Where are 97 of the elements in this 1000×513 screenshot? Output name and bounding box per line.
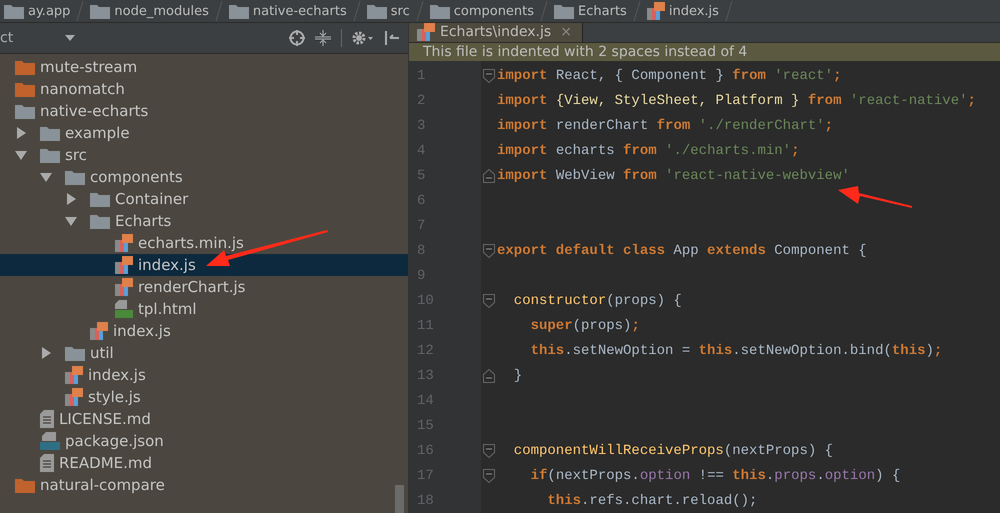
- fold-marker-icon[interactable]: [483, 294, 495, 308]
- collapsed-arrow-icon[interactable]: [15, 127, 27, 139]
- tree-item[interactable]: mute-stream: [0, 56, 408, 78]
- text-file-icon: [40, 454, 54, 472]
- tree-item[interactable]: index.js: [0, 254, 408, 276]
- folder-icon: [4, 3, 24, 19]
- code-line: import React, { Component } from 'react';: [497, 68, 842, 84]
- tree-item[interactable]: natural-compare: [0, 474, 408, 496]
- scrollbar-thumb[interactable]: [395, 485, 404, 513]
- javascript-file-icon: [115, 256, 133, 274]
- text-file-icon: [40, 410, 54, 428]
- code-line: if(nextProps.option !== this.props.option) {: [530, 468, 900, 484]
- collapsed-arrow-icon[interactable]: [65, 193, 77, 205]
- tree-item[interactable]: index.js: [0, 364, 408, 386]
- tree-item[interactable]: util: [0, 342, 408, 364]
- expanded-arrow-icon[interactable]: [65, 215, 77, 227]
- tree-item[interactable]: native-echarts: [0, 100, 408, 122]
- folder-icon: [554, 3, 574, 19]
- collapsed-arrow-icon[interactable]: [40, 347, 52, 359]
- code-line: this.refs.chart.reload();: [546, 492, 758, 508]
- folder-icon: [15, 103, 35, 119]
- breadcrumb-item[interactable]: native-echarts: [228, 3, 347, 19]
- fold-marker-icon[interactable]: [483, 368, 495, 382]
- chevron-icon: [540, 1, 548, 21]
- breadcrumb-item[interactable]: index.js: [646, 2, 719, 20]
- folder-icon: [65, 345, 85, 361]
- javascript-file-icon: [417, 23, 435, 42]
- code-line: import renderChart from './renderChart';: [497, 118, 834, 134]
- fold-marker-icon[interactable]: [483, 68, 495, 82]
- folder-icon: [40, 147, 60, 163]
- chevron-icon: [214, 1, 223, 21]
- javascript-file-icon: [65, 366, 83, 384]
- folder-icon: [40, 125, 60, 141]
- tree-item[interactable]: tpl.html: [0, 298, 408, 320]
- javascript-file-icon: [65, 388, 83, 406]
- tree-item[interactable]: example: [0, 122, 408, 144]
- breadcrumb-item[interactable]: components: [430, 3, 534, 19]
- breadcrumb-item[interactable]: node_modules: [90, 3, 209, 19]
- folder-icon: [366, 3, 387, 19]
- tree-item[interactable]: renderChart.js: [0, 276, 408, 298]
- chevron-icon: [632, 1, 641, 21]
- folder-icon: [15, 477, 35, 493]
- target-icon[interactable]: [289, 30, 305, 46]
- folder-icon: [90, 213, 110, 229]
- chevron-icon: [352, 1, 361, 21]
- hide-panel-icon[interactable]: [384, 30, 400, 46]
- dropdown-caret-icon[interactable]: [65, 35, 76, 41]
- javascript-file-icon: [646, 2, 665, 20]
- tree-item[interactable]: nanomatch: [0, 78, 408, 100]
- javascript-file-icon: [115, 234, 133, 252]
- editor-tab[interactable]: Echarts\index.js ×: [409, 23, 583, 42]
- expanded-arrow-icon[interactable]: [40, 171, 52, 183]
- tree-item[interactable]: LICENSE.md: [0, 408, 408, 430]
- folder-icon: [15, 81, 35, 97]
- folder-icon: [90, 191, 110, 207]
- breadcrumb-item[interactable]: src: [366, 3, 410, 19]
- code-line: }: [512, 368, 522, 384]
- collapse-all-icon[interactable]: [315, 30, 331, 46]
- tree-item[interactable]: index.js: [0, 320, 408, 342]
- folder-icon: [430, 3, 450, 19]
- code-line: export default class App extends Component {: [497, 242, 867, 258]
- panel-title[interactable]: ct: [0, 30, 14, 46]
- chevron-icon: [76, 1, 84, 21]
- fold-marker-icon[interactable]: [483, 168, 495, 182]
- settings-icon[interactable]: [352, 30, 374, 46]
- expanded-arrow-icon[interactable]: [15, 149, 27, 161]
- tree-item[interactable]: Container: [0, 188, 408, 210]
- tree-item[interactable]: style.js: [0, 386, 408, 408]
- tree-item[interactable]: Echarts: [0, 210, 408, 232]
- fold-marker-icon[interactable]: [483, 468, 495, 482]
- folder-icon: [65, 169, 85, 185]
- code-line: import {View, StyleSheet, Platform } from 'react-native';: [497, 92, 976, 108]
- chevron-icon: [416, 1, 424, 21]
- fold-marker-icon[interactable]: [483, 244, 495, 258]
- tree-item[interactable]: components: [0, 166, 408, 188]
- json-file-icon: [40, 432, 60, 450]
- folder-icon: [15, 59, 35, 75]
- fold-marker-icon[interactable]: [483, 444, 495, 458]
- notification-text: This file is indented with 2 spaces instead of 4: [423, 44, 748, 60]
- code-line: this.setNewOption = this.setNewOption.bind(this);: [530, 342, 942, 358]
- html-file-icon: [115, 300, 133, 318]
- folder-icon: [228, 3, 249, 19]
- breadcrumb-item[interactable]: Echarts: [554, 3, 627, 19]
- code-line: import echarts from './echarts.min';: [497, 142, 800, 158]
- code-line: constructor(props) {: [512, 292, 682, 308]
- javascript-file-icon: [115, 278, 133, 296]
- chevron-icon: [724, 1, 733, 21]
- breadcrumb-item[interactable]: ay.app: [4, 3, 70, 19]
- tree-item[interactable]: echarts.min.js: [0, 232, 408, 254]
- javascript-file-icon: [90, 322, 108, 340]
- code-line: super(props);: [530, 318, 640, 334]
- code-line: import WebView from 'react-native-webview': [497, 168, 850, 184]
- code-line: componentWillReceiveProps(nextProps) {: [512, 442, 834, 458]
- tree-item[interactable]: README.md: [0, 452, 408, 474]
- folder-icon: [90, 3, 110, 19]
- tree-item[interactable]: src: [0, 144, 408, 166]
- tree-item[interactable]: package.json: [0, 430, 408, 452]
